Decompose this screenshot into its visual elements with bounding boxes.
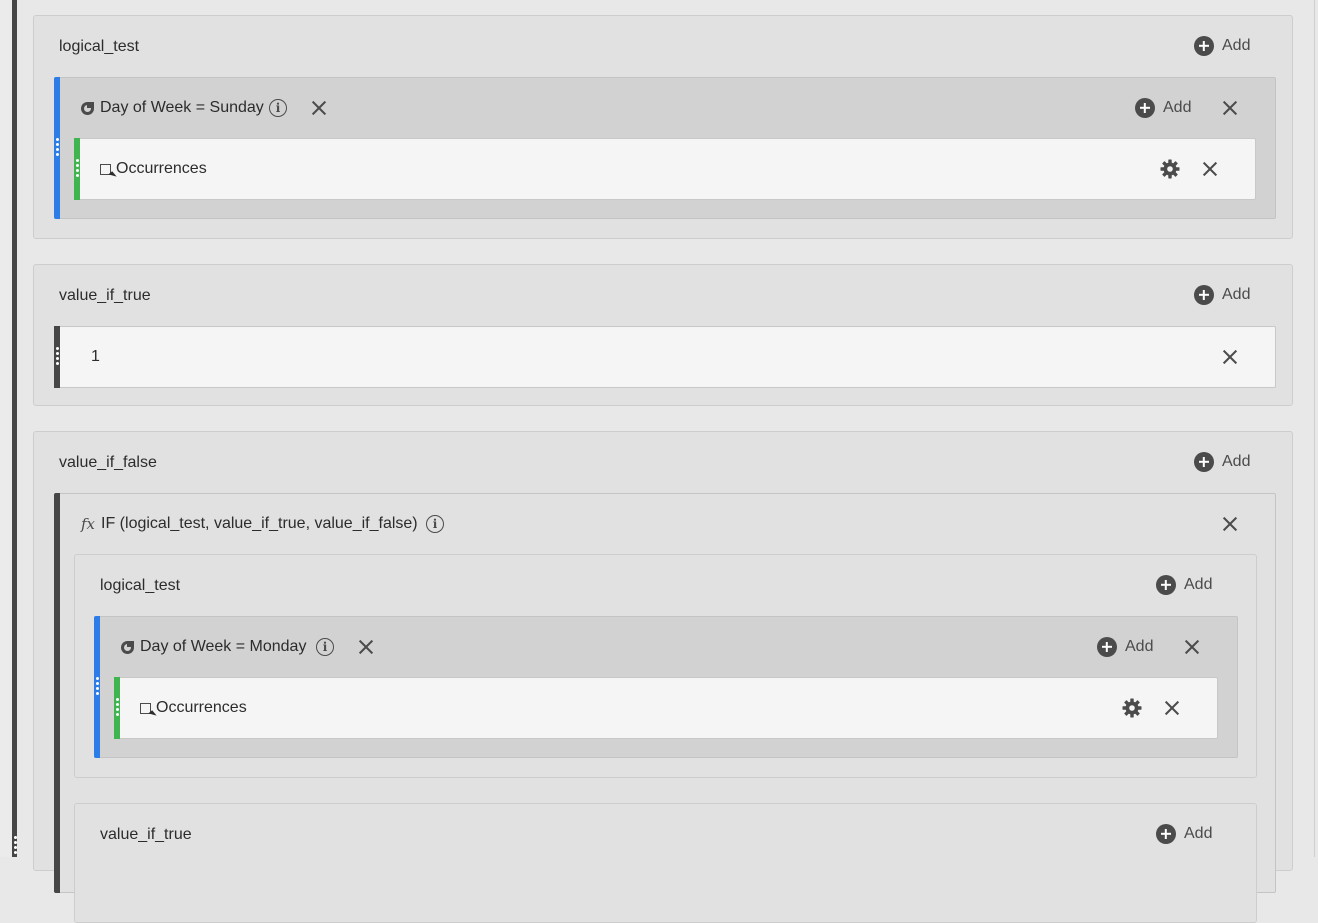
metric-icon — [140, 702, 151, 714]
segment-container[interactable]: Day of Week = Monday i Add Occurrences — [94, 616, 1238, 758]
metric-name: Occurrences — [116, 160, 207, 177]
plus-circle-icon — [1194, 285, 1214, 305]
value-if-false-section: value_if_false Add fx IF (logical_test, … — [33, 431, 1293, 923]
close-icon[interactable] — [1221, 99, 1239, 117]
add-label: Add — [1222, 286, 1251, 303]
segment-title: Day of Week = Monday — [121, 638, 306, 656]
close-icon[interactable] — [1221, 348, 1239, 366]
segment-icon — [81, 101, 94, 115]
panel-right-edge — [1314, 0, 1315, 857]
nested-logical-test-section: logical_test Add Day of Week = Monday i … — [74, 554, 1257, 778]
section-label: value_if_true — [59, 287, 151, 304]
gear-icon[interactable] — [1160, 159, 1180, 179]
nested-value-if-true-section: value_if_true Add — [74, 803, 1257, 923]
close-icon[interactable] — [1201, 160, 1219, 178]
add-button[interactable]: Add — [1194, 452, 1250, 472]
segment-title: Day of Week = Sunday — [81, 99, 264, 117]
metric-item[interactable]: Occurrences — [74, 138, 1256, 200]
add-label: Add — [1222, 453, 1251, 470]
metric-item[interactable]: Occurrences — [114, 677, 1218, 739]
plus-circle-icon — [1097, 637, 1117, 657]
fx-icon: fx — [81, 515, 96, 533]
metric-title: Occurrences — [100, 160, 207, 178]
segment-container[interactable]: Day of Week = Sunday i Add Occurrences — [54, 77, 1276, 219]
plus-circle-icon — [1194, 36, 1214, 56]
section-label: logical_test — [59, 38, 140, 55]
drag-handle-icon[interactable] — [96, 677, 100, 699]
function-title: fx IF (logical_test, value_if_true, valu… — [81, 515, 418, 533]
drag-handle-icon[interactable] — [76, 159, 80, 181]
add-label: Add — [1184, 825, 1213, 842]
info-icon[interactable]: i — [269, 99, 287, 117]
gear-icon[interactable] — [1122, 698, 1142, 718]
add-button[interactable]: Add — [1194, 36, 1250, 56]
static-value-item[interactable]: 1 — [54, 326, 1276, 388]
info-icon[interactable]: i — [316, 638, 334, 656]
close-icon[interactable] — [357, 638, 375, 656]
section-label: value_if_true — [100, 826, 192, 843]
drag-handle-icon[interactable] — [14, 836, 18, 858]
add-button[interactable]: Add — [1194, 285, 1250, 305]
metric-icon — [100, 163, 111, 175]
add-label: Add — [1222, 37, 1251, 54]
section-label: value_if_false — [59, 454, 157, 471]
add-label: Add — [1163, 99, 1192, 116]
add-button[interactable]: Add — [1135, 98, 1191, 118]
plus-circle-icon — [1156, 575, 1176, 595]
drag-handle-icon[interactable] — [56, 138, 60, 160]
close-icon[interactable] — [310, 99, 328, 117]
add-button[interactable]: Add — [1156, 824, 1212, 844]
add-label: Add — [1125, 638, 1154, 655]
drag-handle-icon[interactable] — [116, 698, 120, 720]
add-label: Add — [1184, 576, 1213, 593]
segment-icon — [121, 640, 134, 654]
left-rail — [0, 0, 17, 857]
plus-circle-icon — [1194, 452, 1214, 472]
close-icon[interactable] — [1221, 515, 1239, 533]
function-name: IF (logical_test, value_if_true, value_i… — [101, 515, 418, 532]
metric-name: Occurrences — [156, 699, 247, 716]
function-accent-bar — [54, 493, 60, 893]
section-label: logical_test — [100, 577, 181, 594]
drag-handle-icon[interactable] — [56, 347, 60, 369]
segment-name: Day of Week = Sunday — [100, 99, 264, 116]
plus-circle-icon — [1156, 824, 1176, 844]
close-icon[interactable] — [1163, 699, 1181, 717]
logical-test-section: logical_test Add Day of Week = Sunday i … — [33, 15, 1293, 239]
segment-name: Day of Week = Monday — [140, 638, 307, 655]
add-button[interactable]: Add — [1097, 637, 1153, 657]
value-if-true-section: value_if_true Add 1 — [33, 264, 1293, 406]
metric-title: Occurrences — [140, 699, 247, 717]
close-icon[interactable] — [1183, 638, 1201, 656]
function-container[interactable]: fx IF (logical_test, value_if_true, valu… — [54, 493, 1276, 923]
static-value: 1 — [91, 348, 100, 365]
plus-circle-icon — [1135, 98, 1155, 118]
add-button[interactable]: Add — [1156, 575, 1212, 595]
info-icon[interactable]: i — [426, 515, 444, 533]
